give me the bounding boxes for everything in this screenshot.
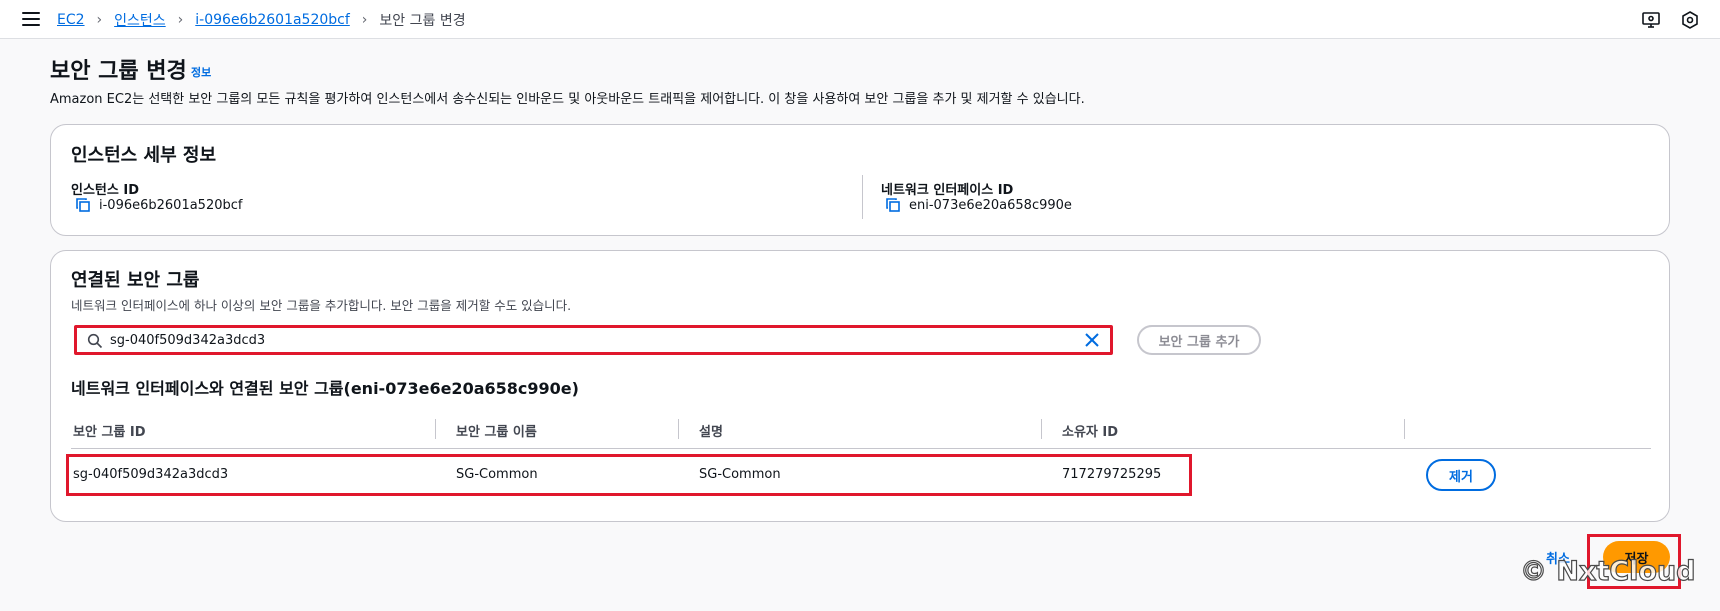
- column-separator[interactable]: [1041, 419, 1042, 439]
- breadcrumb: EC2 › 인스턴스 › i-096e6b2601a520bcf › 보안 그룹…: [57, 10, 466, 30]
- security-group-search-input[interactable]: [110, 330, 1070, 350]
- table-row-highlight: [66, 454, 1192, 496]
- table-header-divider: [71, 448, 1651, 449]
- column-separator[interactable]: [435, 419, 436, 439]
- eni-id-text: eni-073e6e20a658c990e: [909, 197, 1072, 213]
- instance-details-panel: 인스턴스 세부 정보 인스턴스 ID i-096e6b2601a520bcf 네…: [50, 124, 1670, 236]
- chevron-right-icon: ›: [96, 12, 103, 28]
- security-groups-description: 네트워크 인터페이스에 하나 이상의 보안 그룹을 추가합니다. 보안 그룹을 …: [71, 298, 572, 313]
- chevron-right-icon: ›: [361, 12, 368, 28]
- menu-icon[interactable]: [22, 12, 40, 26]
- column-header-sg-id[interactable]: 보안 그룹 ID: [73, 421, 146, 440]
- copy-icon[interactable]: [75, 197, 91, 213]
- settings-hex-icon[interactable]: [1680, 10, 1700, 30]
- eni-id-value: eni-073e6e20a658c990e: [885, 197, 1072, 213]
- cell-sg-name: SG-Common: [456, 467, 538, 482]
- cell-sg-id: sg-040f509d342a3dcd3: [73, 467, 229, 482]
- column-separator[interactable]: [1404, 419, 1405, 439]
- instance-id-value: i-096e6b2601a520bcf: [75, 197, 242, 213]
- instance-details-title: 인스턴스 세부 정보: [71, 145, 217, 166]
- security-groups-panel: 연결된 보안 그룹 네트워크 인터페이스에 하나 이상의 보안 그룹을 추가합니…: [50, 250, 1670, 522]
- display-settings-icon[interactable]: [1641, 10, 1661, 30]
- watermark: © NxtCloud: [1519, 555, 1696, 587]
- associated-sg-table-title: 네트워크 인터페이스와 연결된 보안 그룹(eni-073e6e20a658c9…: [71, 379, 579, 398]
- security-groups-title: 연결된 보안 그룹: [71, 270, 200, 291]
- instance-id-label: 인스턴스 ID: [71, 183, 139, 198]
- breadcrumb-instance-id[interactable]: i-096e6b2601a520bcf: [195, 12, 350, 28]
- breadcrumb-instances[interactable]: 인스턴스: [114, 10, 166, 30]
- top-navigation-bar: EC2 › 인스턴스 › i-096e6b2601a520bcf › 보안 그룹…: [0, 0, 1720, 39]
- security-group-search: [74, 325, 1113, 355]
- cell-description: SG-Common: [699, 467, 781, 482]
- close-icon[interactable]: [1084, 332, 1100, 348]
- cell-owner-id: 717279725295: [1062, 467, 1162, 482]
- column-header-owner-id[interactable]: 소유자 ID: [1062, 421, 1118, 440]
- chevron-right-icon: ›: [177, 12, 184, 28]
- column-divider: [862, 175, 863, 219]
- breadcrumb-current: 보안 그룹 변경: [379, 13, 466, 29]
- info-link[interactable]: 정보: [191, 64, 211, 80]
- add-security-group-button[interactable]: 보안 그룹 추가: [1137, 325, 1261, 355]
- search-icon: [87, 333, 103, 349]
- breadcrumb-ec2[interactable]: EC2: [57, 12, 85, 28]
- column-header-sg-name[interactable]: 보안 그룹 이름: [456, 421, 537, 440]
- page-title: 보안 그룹 변경: [50, 59, 187, 84]
- column-separator[interactable]: [678, 419, 679, 439]
- instance-id-text: i-096e6b2601a520bcf: [99, 197, 243, 213]
- page-description: Amazon EC2는 선택한 보안 그룹의 모든 규칙을 평가하여 인스턴스에…: [50, 92, 1085, 107]
- remove-button[interactable]: 제거: [1426, 459, 1496, 491]
- column-header-description[interactable]: 설명: [699, 421, 723, 440]
- eni-id-label: 네트워크 인터페이스 ID: [881, 183, 1014, 198]
- copy-icon[interactable]: [885, 197, 901, 213]
